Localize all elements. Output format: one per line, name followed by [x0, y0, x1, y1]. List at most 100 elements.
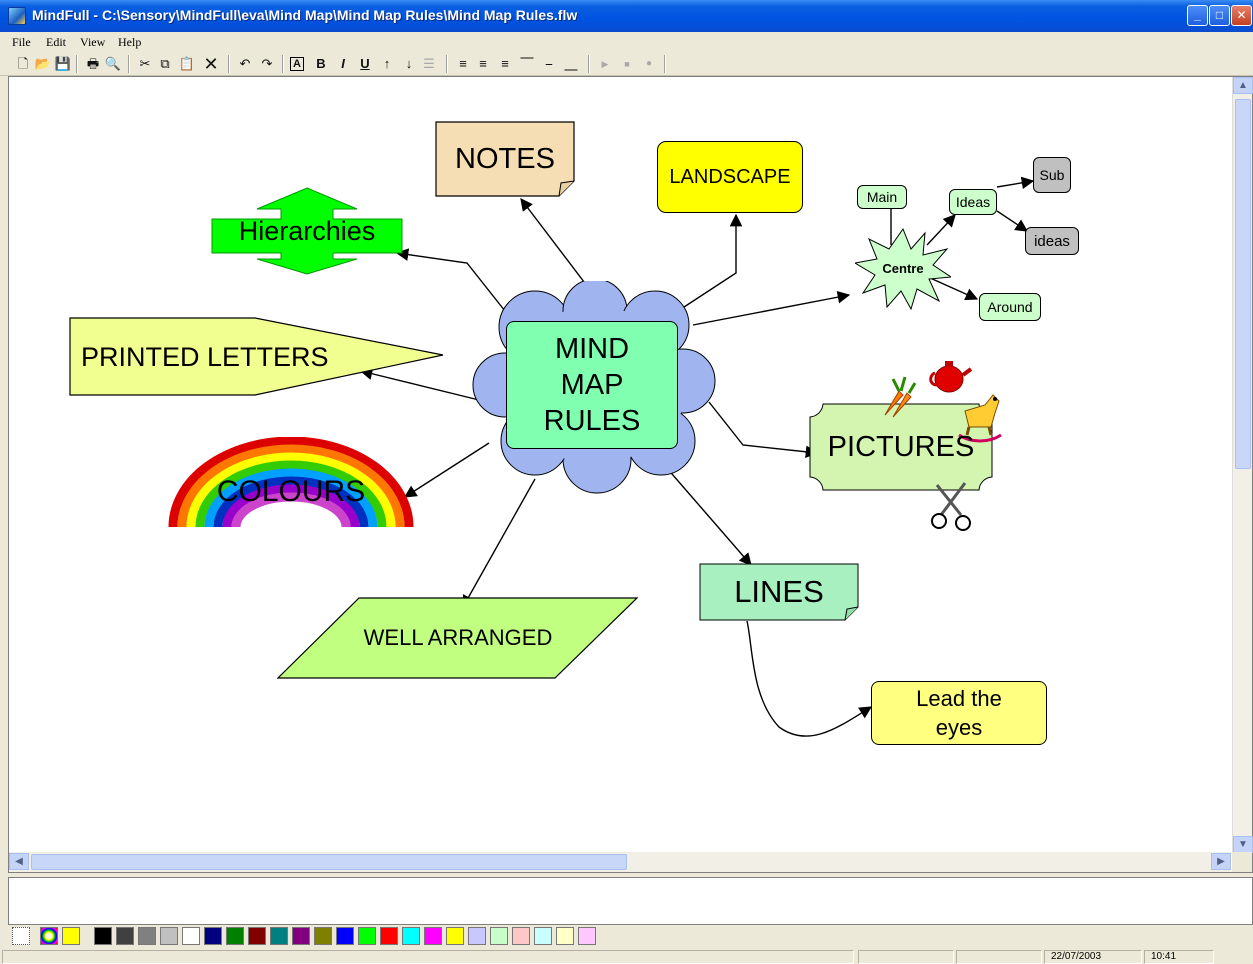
textbox-icon[interactable]: A	[290, 57, 304, 71]
vertical-scrollbar[interactable]: ▲ ▼	[1232, 77, 1253, 853]
align-center-icon[interactable]: ≡	[474, 55, 492, 73]
scroll-right-button[interactable]: ▶	[1211, 853, 1231, 870]
color-palette	[8, 926, 1253, 948]
palette-swatch[interactable]	[226, 927, 244, 945]
status-pane-2	[858, 950, 954, 964]
central-topic-mind-map-rules[interactable]: MIND MAP RULES	[506, 321, 678, 449]
align-left-icon[interactable]: ≡	[454, 55, 472, 73]
paste-icon[interactable]: 📋	[178, 55, 196, 73]
palette-swatch[interactable]	[270, 927, 288, 945]
node-well-arranged[interactable]: WELL ARRANGED	[277, 597, 639, 679]
scrollbar-corner	[1232, 852, 1252, 872]
save-icon[interactable]: 💾	[54, 55, 72, 73]
scroll-left-button[interactable]: ◀	[9, 853, 29, 870]
align-top-icon[interactable]: ⎺	[518, 55, 536, 73]
central-topic-line-1: MIND	[554, 333, 630, 365]
delete-icon[interactable]: ✕	[202, 55, 220, 73]
new-icon[interactable]: 🗋	[14, 55, 32, 73]
node-lead-the-eyes[interactable]: Lead the eyes	[871, 681, 1047, 745]
menu-edit[interactable]: Edit	[46, 35, 66, 50]
palette-swatch[interactable]	[578, 927, 596, 945]
node-ideas[interactable]: Ideas	[949, 189, 997, 215]
menu-help[interactable]: Help	[118, 35, 141, 50]
palette-swatch[interactable]	[556, 927, 574, 945]
play-icon[interactable]: ▶	[596, 55, 614, 73]
notes-text-pane[interactable]	[8, 877, 1253, 925]
node-printed-letters[interactable]: PRINTED LETTERS	[69, 317, 445, 397]
palette-swatch[interactable]	[402, 927, 420, 945]
node-main[interactable]: Main	[857, 185, 907, 209]
menu-file[interactable]: File	[12, 35, 31, 50]
palette-custom-color-icon[interactable]	[40, 927, 58, 945]
node-notes[interactable]: NOTES	[435, 121, 575, 197]
node-ideas-small-label: ideas	[1034, 232, 1070, 250]
close-button[interactable]: ✕	[1231, 5, 1252, 26]
minimize-button[interactable]: _	[1187, 5, 1208, 26]
app-icon[interactable]	[8, 7, 26, 25]
palette-swatch[interactable]	[512, 927, 530, 945]
palette-swatch[interactable]	[358, 927, 376, 945]
undo-icon[interactable]: ↶	[236, 55, 254, 73]
palette-swatch[interactable]	[116, 927, 134, 945]
redo-icon[interactable]: ↷	[258, 55, 276, 73]
node-hierarchies-label: Hierarchies	[238, 215, 376, 246]
bold-icon[interactable]: B	[312, 55, 330, 73]
mind-map-canvas[interactable]: MIND MAP RULES NOTES LANDSCAPE Hierarchi…	[9, 77, 1231, 853]
node-around-label: Around	[987, 299, 1033, 315]
palette-swatch[interactable]	[468, 927, 486, 945]
menu-view[interactable]: View	[80, 35, 105, 50]
copy-icon[interactable]: ⧉	[156, 55, 174, 73]
node-lead-line-1: Lead the	[916, 686, 1002, 711]
stop-icon[interactable]: ■	[618, 55, 636, 73]
scroll-down-button[interactable]: ▼	[1233, 836, 1253, 853]
palette-swatch[interactable]	[314, 927, 332, 945]
palette-no-color-swatch[interactable]	[12, 927, 30, 945]
align-middle-icon[interactable]: ⎯	[540, 55, 558, 73]
node-printed-letters-label: PRINTED LETTERS	[81, 341, 329, 372]
palette-swatch[interactable]	[138, 927, 156, 945]
palette-swatch[interactable]	[204, 927, 222, 945]
palette-swatch[interactable]	[424, 927, 442, 945]
move-up-icon[interactable]: ↑	[378, 55, 396, 73]
palette-swatch[interactable]	[292, 927, 310, 945]
bullet-list-icon[interactable]: ☰	[420, 55, 438, 73]
align-bottom-icon[interactable]: ⎽	[562, 55, 580, 73]
node-colours[interactable]: COLOURS	[165, 437, 417, 527]
vertical-scroll-thumb[interactable]	[1235, 99, 1251, 469]
record-icon[interactable]: ●	[640, 55, 658, 73]
palette-swatch[interactable]	[336, 927, 354, 945]
open-icon[interactable]: 📂	[34, 55, 52, 73]
palette-swatch[interactable]	[160, 927, 178, 945]
move-down-icon[interactable]: ↓	[400, 55, 418, 73]
node-hierarchies[interactable]: Hierarchies	[211, 187, 403, 275]
node-sub[interactable]: Sub	[1033, 157, 1071, 193]
cut-icon[interactable]: ✂	[136, 55, 154, 73]
node-centre[interactable]: Centre	[855, 225, 951, 311]
node-around[interactable]: Around	[979, 293, 1041, 321]
horizontal-scrollbar[interactable]: ◀ ▶	[9, 852, 1231, 872]
palette-swatch[interactable]	[380, 927, 398, 945]
carrots-icon	[884, 376, 917, 418]
teapot-icon	[929, 361, 973, 393]
palette-swatch[interactable]	[248, 927, 266, 945]
print-preview-icon[interactable]: 🔍	[104, 55, 122, 73]
node-pictures-label: PICTURES	[827, 430, 975, 463]
palette-swatch[interactable]	[94, 927, 112, 945]
node-ideas-small[interactable]: ideas	[1025, 227, 1079, 255]
horizontal-scroll-thumb[interactable]	[31, 854, 627, 870]
palette-swatch[interactable]	[182, 927, 200, 945]
status-time: 10:41	[1144, 950, 1214, 964]
maximize-button[interactable]: □	[1209, 5, 1230, 26]
node-lines[interactable]: LINES	[699, 563, 859, 621]
underline-icon[interactable]: U	[356, 55, 374, 73]
node-lines-label: LINES	[734, 574, 824, 609]
palette-current-color-swatch[interactable]	[62, 927, 80, 945]
node-landscape[interactable]: LANDSCAPE	[657, 141, 803, 213]
scroll-up-button[interactable]: ▲	[1233, 77, 1253, 94]
italic-icon[interactable]: I	[334, 55, 352, 73]
palette-swatch[interactable]	[534, 927, 552, 945]
palette-swatch[interactable]	[490, 927, 508, 945]
align-right-icon[interactable]: ≡	[496, 55, 514, 73]
print-icon[interactable]: 🖶	[84, 55, 102, 73]
palette-swatch[interactable]	[446, 927, 464, 945]
